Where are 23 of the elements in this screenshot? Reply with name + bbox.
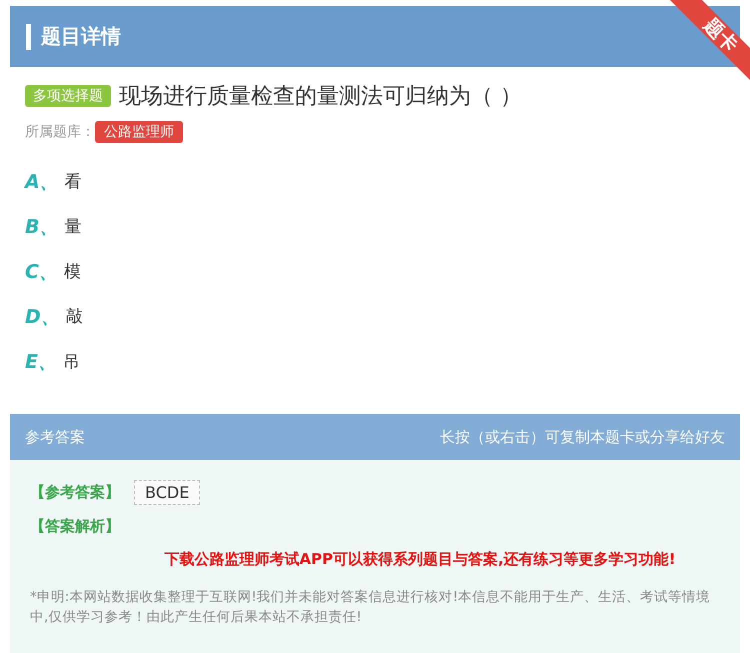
question-text: 现场进行质量检查的量测法可归纳为（ ） bbox=[119, 83, 522, 111]
option-letter: A、 bbox=[25, 170, 59, 194]
option-text: 看 bbox=[64, 171, 82, 193]
question-type-badge: 多项选择题 bbox=[25, 85, 111, 107]
option-letter: B、 bbox=[25, 214, 58, 240]
option-letter: E、 bbox=[25, 350, 57, 374]
disclaimer-text: *申明:本网站数据收集整理于互联网!我们并未能对答案信息进行核对!本信息不能用于生产、生活、考试等情境中,仅供学习参考！由此产生任何后果本站不承担责任! bbox=[30, 588, 712, 627]
share-hint: 长按（或右击）可复制本题卡或分享给好友 bbox=[440, 428, 725, 446]
bank-label: 所属题库： bbox=[25, 123, 95, 141]
analysis-label: 【答案解析】 bbox=[30, 517, 120, 536]
option-text: 模 bbox=[64, 261, 81, 283]
answer-label: 【参考答案】 bbox=[30, 483, 120, 502]
title-marker bbox=[26, 24, 31, 50]
option-text: 敲 bbox=[66, 306, 83, 328]
option-text: 量 bbox=[64, 216, 82, 238]
bank-tag[interactable]: 公路监理师 bbox=[95, 121, 183, 143]
promo-text: 下载公路监理师考试APP可以获得系列题目与答案,还有练习等更多学习功能! bbox=[163, 550, 677, 569]
option-text: 吊 bbox=[62, 351, 80, 373]
page-title: 题目详情 bbox=[41, 23, 121, 50]
option-letter: C、 bbox=[25, 260, 58, 284]
answer-value: BCDE bbox=[134, 480, 200, 505]
option-letter: D、 bbox=[25, 304, 60, 330]
answer-title: 参考答案 bbox=[25, 428, 85, 446]
